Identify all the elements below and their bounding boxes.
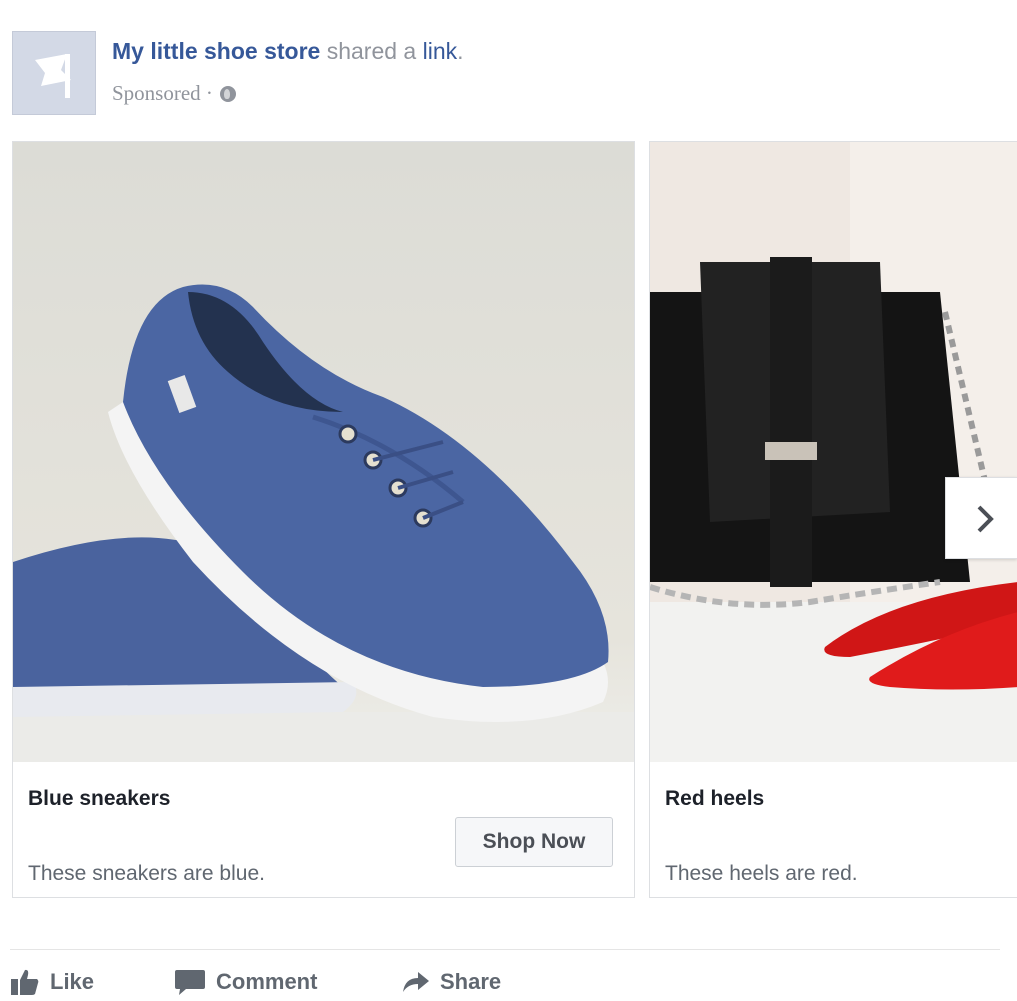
post-header: My little shoe store shared a link. — [112, 36, 464, 66]
post-meta: Sponsored · — [112, 80, 237, 106]
comment-bubble-icon — [175, 970, 205, 995]
shared-text: shared a — [326, 38, 417, 64]
comment-button[interactable]: Comment — [174, 966, 317, 998]
globe-icon — [220, 86, 237, 102]
carousel-next-button[interactable] — [945, 477, 1017, 559]
card-title: Red heels — [665, 787, 765, 810]
like-button[interactable]: Like — [10, 966, 94, 998]
sponsored-label[interactable]: Sponsored — [112, 81, 201, 105]
chevron-right-icon — [977, 505, 994, 533]
page-avatar[interactable] — [12, 31, 96, 115]
page-name-link[interactable]: My little shoe store — [112, 38, 320, 64]
like-label: Like — [50, 969, 95, 994]
blue-sneakers-photo[interactable] — [13, 142, 634, 762]
thumbs-up-icon — [11, 969, 39, 995]
black-bag-red-heels-photo[interactable] — [650, 142, 1017, 762]
flag-icon — [35, 54, 71, 98]
shop-now-button[interactable]: Shop Now — [455, 817, 613, 867]
shared-link[interactable]: link — [423, 38, 458, 64]
meta-separator: · — [205, 81, 213, 105]
share-arrow-icon — [403, 972, 429, 992]
carousel-card-blue-sneakers[interactable]: Blue sneakers Shop Now These sneakers ar… — [12, 141, 635, 898]
action-divider — [10, 949, 1000, 950]
comment-label: Comment — [216, 969, 318, 994]
share-label: Share — [440, 969, 502, 994]
share-button[interactable]: Share — [402, 966, 501, 998]
card-description: These heels are red. — [665, 862, 858, 885]
card-title: Blue sneakers — [28, 787, 171, 810]
card-description: These sneakers are blue. — [28, 862, 265, 885]
period: . — [457, 38, 464, 64]
